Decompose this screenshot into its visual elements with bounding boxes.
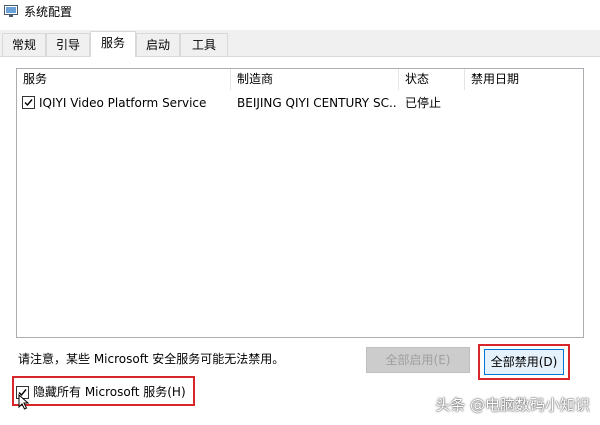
watermark: 头条 @电脑数码小知识 — [435, 396, 590, 414]
hide-microsoft-label: 隐藏所有 Microsoft 服务(H) — [33, 385, 186, 399]
disable-all-button[interactable]: 全部禁用(D) — [484, 349, 564, 375]
column-header-manufacturer[interactable]: 制造商 — [231, 69, 399, 90]
system-config-icon — [4, 5, 18, 18]
notice-text: 请注意，某些 Microsoft 安全服务可能无法禁用。 — [18, 352, 285, 366]
service-checkbox[interactable] — [22, 96, 35, 109]
tab-strip: 常规 引导 服务 启动 工具 — [0, 31, 600, 57]
tab-general[interactable]: 常规 — [2, 33, 46, 56]
services-list[interactable]: 服务 制造商 状态 禁用日期 IQIYI Video Platform Serv… — [16, 68, 584, 338]
tab-services[interactable]: 服务 — [90, 31, 136, 57]
mouse-cursor-icon — [18, 393, 30, 413]
column-header-disabled-date[interactable]: 禁用日期 — [465, 69, 585, 90]
service-disabled-date — [471, 93, 581, 113]
service-manufacturer: BEIJING QIYI CENTURY SC... — [237, 96, 397, 110]
checkmark-icon — [24, 99, 33, 107]
tab-boot[interactable]: 引导 — [46, 33, 90, 56]
window-title: 系统配置 — [24, 5, 73, 19]
table-row[interactable]: IQIYI Video Platform Service BEIJING QIY… — [17, 93, 583, 113]
service-status: 已停止 — [405, 96, 442, 110]
tab-startup[interactable]: 启动 — [136, 33, 180, 56]
enable-all-button[interactable]: 全部启用(E) — [366, 347, 470, 373]
title-bar: 系统配置 — [0, 0, 600, 30]
column-header-service[interactable]: 服务 — [17, 69, 231, 90]
service-name: IQIYI Video Platform Service — [39, 96, 207, 110]
tab-tools[interactable]: 工具 — [180, 33, 228, 56]
column-header-status[interactable]: 状态 — [399, 69, 465, 90]
